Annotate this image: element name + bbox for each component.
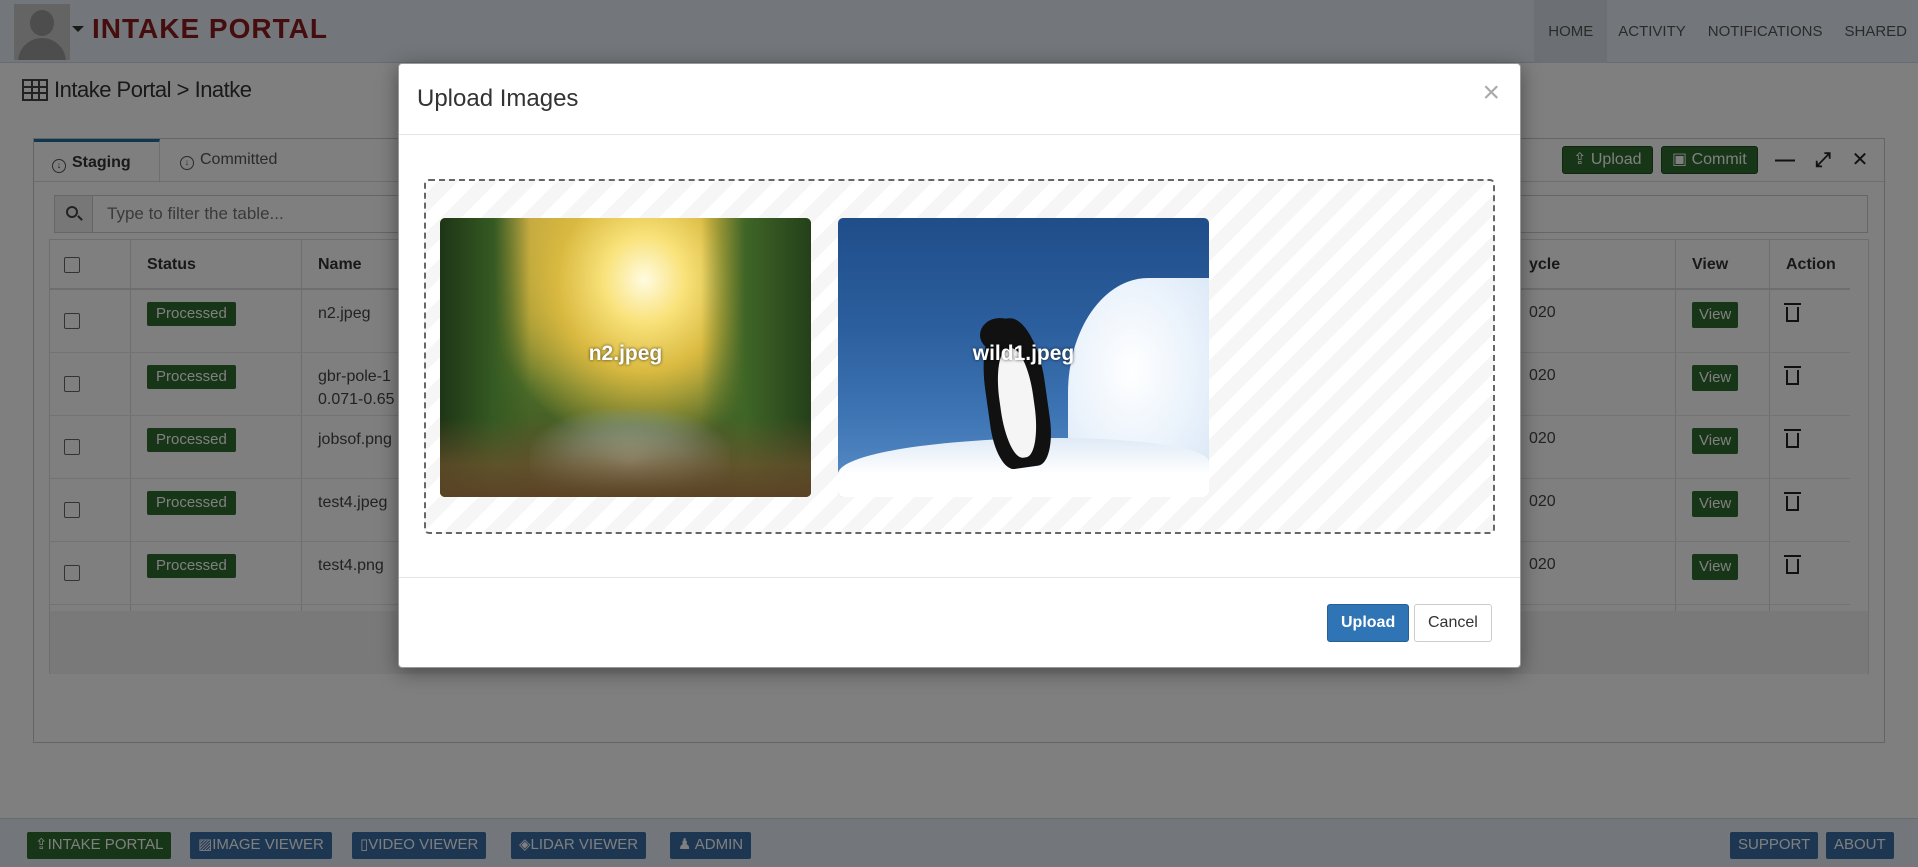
upload-images-modal: Upload Images × n2.jpeg Brothers wild1.j…	[398, 63, 1521, 668]
close-icon[interactable]: ×	[1482, 78, 1500, 108]
modal-footer: Upload Cancel	[399, 577, 1520, 667]
modal-upload-button[interactable]: Upload	[1327, 604, 1410, 642]
image-thumbnail[interactable]: Brothers wild1.jpeg	[838, 218, 1209, 497]
modal-title: Upload Images	[417, 85, 579, 112]
modal-header: Upload Images ×	[399, 64, 1520, 135]
image-dropzone[interactable]: n2.jpeg Brothers wild1.jpeg	[424, 179, 1495, 534]
thumbnail-label: n2.jpeg	[588, 342, 663, 365]
modal-cancel-button[interactable]: Cancel	[1414, 604, 1492, 642]
thumbnail-label: wild1.jpeg	[972, 342, 1075, 365]
image-thumbnail[interactable]: n2.jpeg	[440, 218, 811, 497]
watermark: Brothers	[1110, 468, 1180, 490]
